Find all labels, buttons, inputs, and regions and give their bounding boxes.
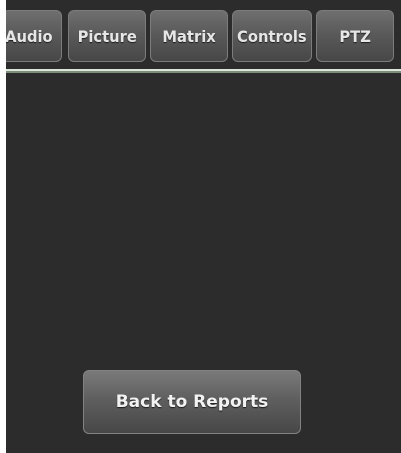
tab-matrix[interactable]: Matrix [150, 10, 228, 62]
tab-controls-label: Controls [237, 27, 307, 46]
tab-divider-dark [6, 71, 401, 73]
tab-controls[interactable]: Controls [232, 10, 312, 62]
back-to-reports-button[interactable]: Back to Reports [83, 370, 301, 434]
tab-matrix-label: Matrix [162, 27, 216, 46]
tab-picture[interactable]: Picture [68, 10, 146, 62]
tab-bar: Audio Picture Matrix Controls PTZ [6, 10, 401, 64]
tab-picture-label: Picture [77, 27, 137, 46]
tab-audio[interactable]: Audio [6, 10, 62, 62]
tab-ptz-label: PTZ [339, 27, 371, 46]
tab-ptz[interactable]: PTZ [316, 10, 394, 62]
control-panel-screen: Audio Picture Matrix Controls PTZ Back t… [6, 0, 401, 453]
tab-audio-label: Audio [6, 27, 53, 46]
